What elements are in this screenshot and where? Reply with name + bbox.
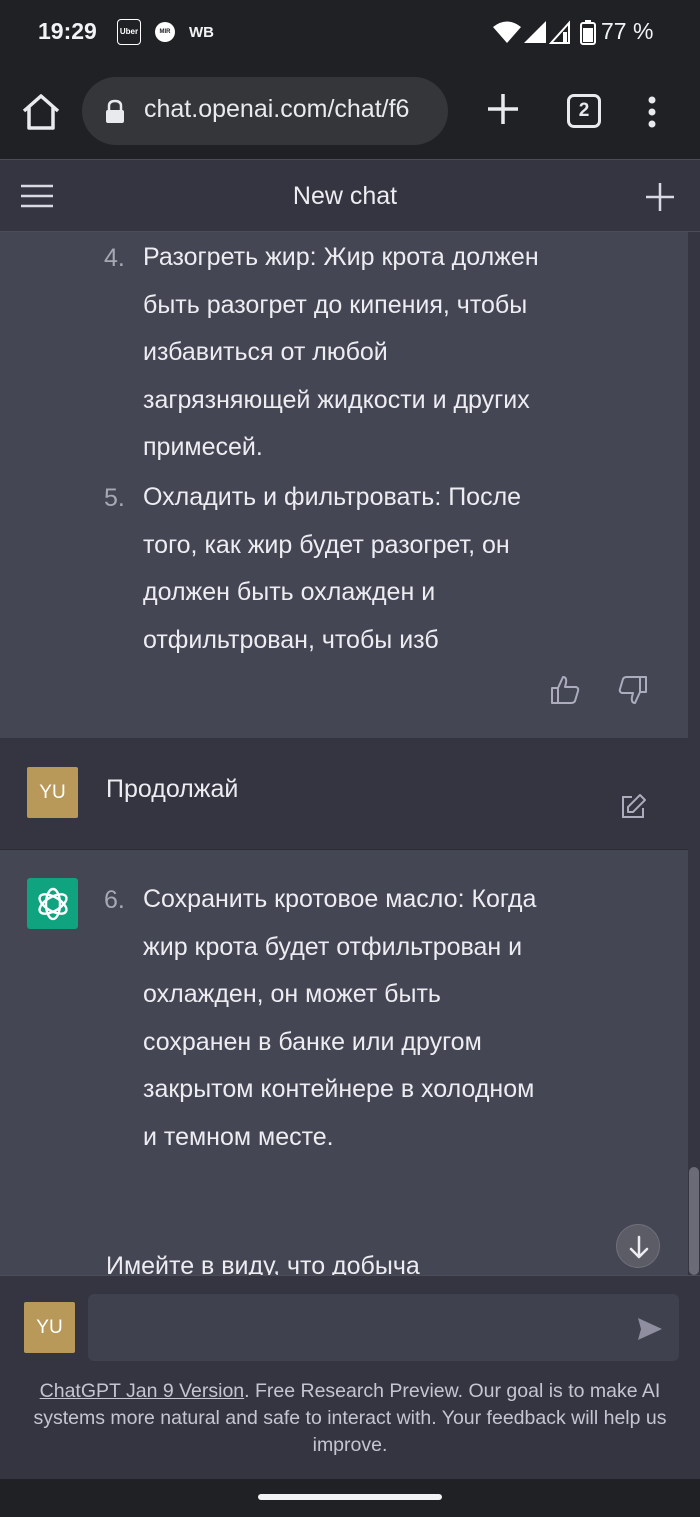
list-number: 6.	[104, 886, 125, 914]
tab-switcher-button[interactable]: 2	[567, 94, 601, 128]
lock-icon	[106, 99, 124, 123]
list-text: Разогреть жир: Жир крота должен быть раз…	[143, 243, 539, 462]
user-avatar: YU	[27, 767, 78, 818]
composer-area: YU ChatGPT Jan 9 Version. Free Research …	[0, 1275, 700, 1479]
status-bar: 19:29 Uber MIR WB 77 %	[0, 0, 700, 62]
arrow-down-icon	[629, 1235, 649, 1259]
chat-thread[interactable]: 4. Разогреть жир: Жир крота должен быть …	[0, 232, 700, 1275]
edit-icon[interactable]	[619, 793, 647, 821]
list-number: 5.	[104, 484, 125, 512]
address-bar[interactable]: chat.openai.com/chat/f6	[82, 77, 448, 145]
openai-logo-icon	[37, 887, 68, 920]
page-title: New chat	[292, 182, 398, 210]
user-message-text: Продолжай	[106, 775, 239, 803]
home-icon[interactable]	[20, 92, 62, 132]
list-number: 4.	[104, 244, 125, 272]
assistant-avatar	[27, 878, 78, 929]
footer-disclaimer: ChatGPT Jan 9 Version. Free Research Pre…	[22, 1378, 678, 1459]
scrollbar-track[interactable]	[688, 232, 700, 1275]
send-icon[interactable]	[636, 1316, 664, 1342]
status-time: 19:29	[38, 18, 97, 44]
wifi-icon	[493, 21, 521, 43]
thumbs-up-icon[interactable]	[548, 673, 582, 707]
navigation-bar	[0, 1479, 700, 1517]
assistant-message: 6. Сохранить кротовое масло: Когда жир к…	[0, 850, 688, 1275]
battery-percent: 77 %	[601, 18, 654, 44]
new-tab-icon[interactable]	[484, 90, 522, 128]
new-chat-icon[interactable]	[643, 180, 677, 214]
more-options-icon[interactable]	[640, 92, 664, 132]
chat-header: New chat	[0, 159, 700, 232]
uber-notification-icon: Uber	[117, 19, 141, 45]
assistant-message: 4. Разогреть жир: Жир крота должен быть …	[0, 232, 688, 738]
list-text: Охладить и фильтровать: После того, как …	[143, 483, 522, 654]
browser-toolbar: chat.openai.com/chat/f6 2	[0, 62, 700, 159]
partial-message-text: Имейте в виду, что добыча	[106, 1252, 420, 1275]
battery-icon	[580, 20, 596, 45]
scrollbar-thumb[interactable]	[689, 1167, 699, 1275]
mir-notification-icon: MIR	[155, 22, 175, 42]
signal-icon	[524, 21, 546, 43]
composer-avatar: YU	[24, 1302, 75, 1353]
message-input[interactable]	[88, 1294, 679, 1361]
wb-notification-icon: WB	[189, 23, 214, 41]
signal-icon-2	[549, 20, 570, 44]
scroll-down-button[interactable]	[616, 1224, 660, 1268]
list-text: Сохранить кротовое масло: Когда жир крот…	[143, 885, 537, 1151]
version-link[interactable]: ChatGPT Jan 9 Version	[40, 1380, 245, 1402]
url-text: chat.openai.com/chat/f6	[144, 95, 410, 123]
gesture-handle[interactable]	[258, 1494, 442, 1500]
thumbs-down-icon[interactable]	[616, 673, 650, 707]
user-message: YU Продолжай	[0, 738, 688, 850]
